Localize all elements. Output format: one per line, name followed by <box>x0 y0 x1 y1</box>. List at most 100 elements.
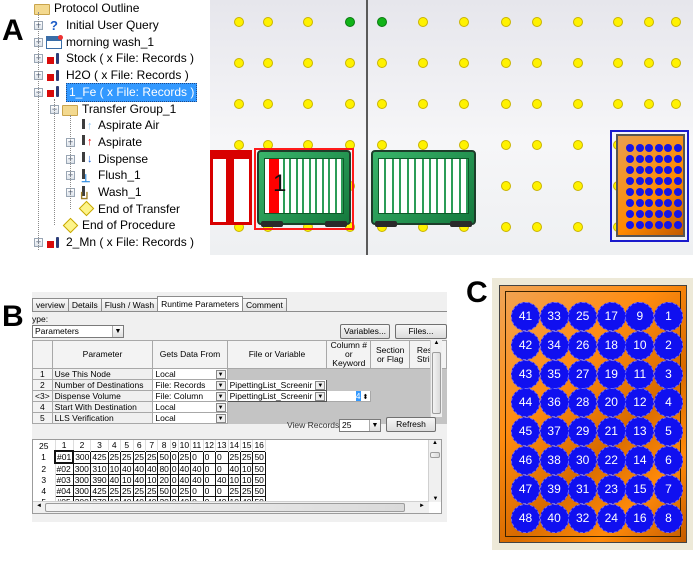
table-row[interactable]: 2 #02 300 310 10 40 40 40 80 0 40 40 0 0 40 10 50 <box>33 462 266 475</box>
grid-cell[interactable]: 300 <box>72 462 92 475</box>
parameter-row[interactable]: <3> Dispense Volume File: Column ▼ Pipetting… <box>32 390 447 402</box>
grid-cell[interactable]: 50 <box>252 450 266 464</box>
scroll-down-icon[interactable]: ▼ <box>429 496 441 502</box>
grid-cell[interactable]: 0 <box>202 485 217 497</box>
grid-cell[interactable]: 25 <box>227 485 242 497</box>
grid-cell[interactable]: 425 <box>90 450 109 464</box>
position-dot[interactable] <box>377 140 387 150</box>
grid-cell[interactable]: 40 <box>190 474 204 486</box>
position-dot[interactable] <box>671 17 681 27</box>
position-dot[interactable] <box>573 181 583 191</box>
position-dot[interactable] <box>459 99 469 109</box>
data-grid-vertical-scrollbar[interactable]: ▲ ▼ <box>428 440 441 502</box>
well[interactable]: 45 <box>511 417 540 447</box>
table-row[interactable]: 1 #01 300 425 25 25 25 25 50 0 25 0 0 0 25 25 50 <box>33 450 266 464</box>
tree-node[interactable]: + H2O ( x File: Records ) <box>34 67 189 84</box>
position-dot[interactable] <box>501 99 511 109</box>
chevron-down-icon[interactable]: ▼ <box>215 392 226 401</box>
position-dot[interactable] <box>501 58 511 68</box>
scroll-up-icon[interactable]: ▲ <box>431 340 442 346</box>
grid-cell[interactable]: 40 <box>177 474 192 486</box>
tab-flush-wash[interactable]: Flush / Wash <box>100 298 159 311</box>
position-dot[interactable] <box>345 58 355 68</box>
position-dot[interactable] <box>303 17 313 27</box>
position-dot[interactable] <box>234 58 244 68</box>
position-dot[interactable] <box>303 99 313 109</box>
column-spinner[interactable]: 4 ⬍ <box>326 390 372 402</box>
position-dot[interactable] <box>532 181 542 191</box>
grid-cell[interactable]: 25 <box>107 485 122 497</box>
well[interactable]: 24 <box>596 503 626 533</box>
records-data-grid[interactable]: 25 1 2 3 4 5 6 7 8 9 10 11 12 13 14 15 16 1 #01 300 425 25 25 2… <box>32 439 442 514</box>
tree-node[interactable]: Aspirate Air <box>66 117 159 134</box>
file-dropdown[interactable]: PipettingList_Screenir ▼ <box>226 390 328 402</box>
parameter-row[interactable]: 1 Use This Node Local ▼ <box>32 368 447 380</box>
chevron-down-icon[interactable]: ▼ <box>215 403 226 412</box>
grid-cell[interactable]: 25 <box>120 485 134 497</box>
grid-column-header[interactable]: 7 <box>145 440 159 451</box>
grid-cell[interactable]: #01 <box>53 450 75 464</box>
grid-column-header[interactable]: 16 <box>252 440 266 451</box>
grid-cell[interactable]: 300 <box>72 485 92 497</box>
scroll-thumb[interactable] <box>432 352 441 414</box>
grid-cell[interactable]: 0 <box>202 450 217 464</box>
well[interactable]: 25 <box>568 302 598 331</box>
well[interactable]: 1 <box>654 302 683 331</box>
view-records-dropdown[interactable]: 25 ▼ <box>339 419 381 432</box>
grid-cell[interactable]: 25 <box>144 450 159 464</box>
well[interactable]: 23 <box>596 474 626 504</box>
grid-cell[interactable]: 50 <box>157 450 171 464</box>
grid-cell[interactable]: 300 <box>72 474 92 486</box>
grid-cell[interactable]: 25 <box>177 450 192 464</box>
mini-plate-48[interactable] <box>616 134 685 237</box>
position-dot[interactable] <box>613 58 623 68</box>
position-dot[interactable] <box>501 222 511 232</box>
grid-cell[interactable]: #03 <box>54 474 74 486</box>
grid-cell[interactable]: 25 <box>144 485 159 497</box>
position-dot[interactable] <box>573 140 583 150</box>
grid-cell[interactable]: 390 <box>90 474 109 486</box>
grid-cell[interactable]: 25 <box>132 450 146 464</box>
position-dot[interactable] <box>532 58 542 68</box>
well[interactable]: 8 <box>654 503 683 533</box>
well[interactable]: 11 <box>625 359 655 389</box>
well[interactable]: 15 <box>625 474 655 504</box>
tree-node[interactable]: +Wash_1 <box>66 184 142 202</box>
grid-cell[interactable]: 20 <box>157 474 171 486</box>
tab-comment[interactable]: Comment <box>242 298 287 311</box>
scroll-right-icon[interactable]: ► <box>419 503 425 509</box>
grid-column-header[interactable]: 1 <box>55 440 74 451</box>
scroll-left-icon[interactable]: ◄ <box>36 503 42 509</box>
grid-cell[interactable]: 0 <box>190 485 204 497</box>
grid-cell[interactable]: 0 <box>215 450 229 464</box>
well[interactable]: 37 <box>539 417 569 447</box>
well[interactable]: 46 <box>511 446 540 475</box>
grid-column-header[interactable]: 10 <box>178 440 192 451</box>
grid-cell[interactable]: 0 <box>215 462 229 475</box>
position-dot[interactable] <box>671 58 681 68</box>
grid-cell[interactable]: 310 <box>90 462 109 475</box>
well[interactable]: 6 <box>654 446 683 475</box>
grid-cell[interactable]: 25 <box>177 485 192 497</box>
tree-node[interactable]: End of Transfer <box>66 201 180 218</box>
position-dot[interactable] <box>459 17 469 27</box>
grid-cell[interactable]: #04 <box>54 485 74 497</box>
grid-column-header[interactable]: 15 <box>240 440 254 451</box>
tree-node[interactable]: +Dispense <box>66 151 148 168</box>
position-dot[interactable] <box>644 17 654 27</box>
grid-cell[interactable]: 25 <box>239 450 254 464</box>
well[interactable]: 36 <box>539 388 569 418</box>
scroll-thumb[interactable] <box>430 452 440 458</box>
position-dot[interactable] <box>501 140 511 150</box>
grid-cell[interactable]: 40 <box>120 462 134 475</box>
position-dot[interactable] <box>234 99 244 109</box>
red-carrier[interactable] <box>210 150 252 225</box>
grid-cell[interactable]: 300 <box>72 450 92 464</box>
grid-cell[interactable]: 40 <box>190 462 204 475</box>
grid-column-header[interactable]: 6 <box>133 440 146 451</box>
well[interactable]: 47 <box>511 474 540 504</box>
source-dropdown[interactable]: Local ▼ <box>152 368 228 380</box>
grid-column-header[interactable]: 5 <box>120 440 134 451</box>
well[interactable]: 32 <box>568 503 598 533</box>
grid-cell[interactable]: 10 <box>107 462 122 475</box>
